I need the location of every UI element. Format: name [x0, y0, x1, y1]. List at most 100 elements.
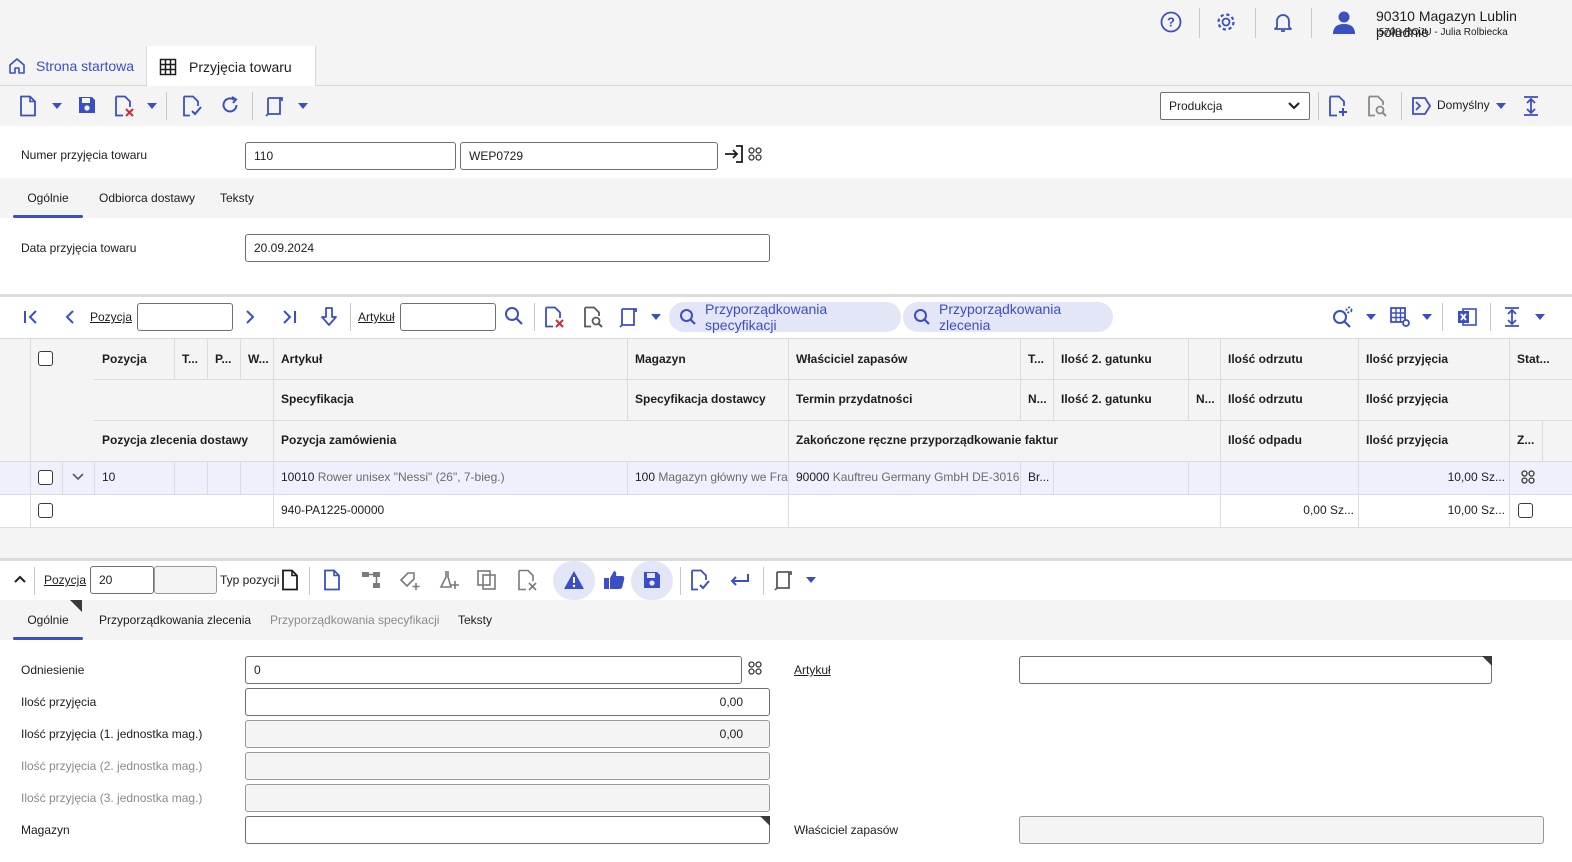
row-warehouse[interactable]: 100 Magazyn główny we Fra... — [627, 461, 788, 493]
row-stock-owner[interactable]: 90000 Kauftreu Germany GmbH DE-30163 ... — [788, 461, 1020, 493]
col-delivery-order-position[interactable]: Pozycja zlecenia dostawy — [94, 420, 248, 460]
tab-home[interactable]: Strona startowa — [0, 46, 146, 86]
col-expiry-date[interactable]: Termin przydatności — [788, 379, 912, 419]
column-settings-icon[interactable] — [1389, 306, 1411, 328]
col-receipt-qty-3[interactable]: Ilość przyjęcia — [1358, 420, 1448, 460]
col-reject-qty[interactable]: Ilość odrzutu — [1220, 339, 1303, 379]
tab-order-assignments[interactable]: Przyporządkowania zlecenia — [99, 600, 251, 640]
warning-button[interactable] — [553, 561, 595, 600]
col-warehouse[interactable]: Magazyn — [627, 339, 686, 379]
print-dropdown-icon[interactable] — [298, 103, 308, 109]
col-supplier-spec[interactable]: Specyfikacja dostawcy — [627, 379, 766, 419]
row-receipt-qty[interactable]: 10,00 Sz... — [1358, 461, 1509, 493]
spec-assignments-button[interactable]: Przyporządkowania specyfikacji — [669, 301, 901, 333]
receipt-date-input[interactable]: 20.09.2024 — [245, 234, 770, 262]
next-record-icon[interactable] — [243, 308, 257, 326]
row-type[interactable]: Br... — [1020, 461, 1053, 493]
col-second-grade-qty-2[interactable]: Ilość 2. gatunku — [1053, 379, 1152, 419]
scroll-down-icon[interactable] — [320, 306, 338, 328]
grid-expand-dropdown-icon[interactable] — [1535, 314, 1545, 320]
col-reject-qty-2[interactable]: Ilość odrzutu — [1220, 379, 1303, 419]
view-select[interactable]: Produkcja — [1160, 92, 1310, 120]
grid-position-input[interactable] — [137, 303, 233, 331]
tab-goods-receipt[interactable]: Przyjęcia towaru — [146, 46, 316, 87]
col-status[interactable]: Stat... — [1509, 339, 1550, 379]
col-purchase-order-position[interactable]: Pozycja zamówienia — [273, 420, 396, 460]
row-receipt-qty-2[interactable]: 10,00 Sz... — [1358, 494, 1509, 526]
new-view-icon[interactable] — [1327, 95, 1349, 117]
delete-document-icon[interactable] — [113, 95, 135, 117]
col-invoice-assignment-done[interactable]: Zakończone ręczne przyporządkowanie fakt… — [788, 420, 1058, 460]
delete-dropdown-icon[interactable] — [147, 103, 157, 109]
row-position[interactable]: 10 — [94, 461, 115, 493]
select-all-checkbox[interactable] — [38, 351, 53, 366]
col-second-grade-qty[interactable]: Ilość 2. gatunku — [1053, 339, 1152, 379]
check-document-icon[interactable] — [689, 569, 711, 591]
col-receipt-qty[interactable]: Ilość przyjęcia — [1358, 339, 1448, 379]
col-n[interactable]: N... — [1020, 379, 1047, 419]
col-n2[interactable]: N... — [1188, 379, 1215, 419]
row-specification[interactable]: 940-PA1225-00000 — [273, 494, 384, 526]
preview-document-icon[interactable] — [582, 306, 604, 328]
login-arrow-icon[interactable] — [723, 144, 745, 164]
number-code-input[interactable]: WEP0729 — [460, 142, 718, 170]
document-icon[interactable] — [280, 569, 300, 591]
chevron-up-icon[interactable] — [13, 573, 27, 585]
col-specification[interactable]: Specyfikacja — [273, 379, 354, 419]
col-t2[interactable]: T... — [1020, 339, 1044, 379]
warehouse-input[interactable] — [245, 816, 770, 844]
bell-icon[interactable] — [1272, 11, 1294, 33]
col-waste-qty[interactable]: Ilość odpadu — [1220, 420, 1302, 460]
grid-expand-icon[interactable] — [1502, 306, 1522, 328]
detail-position-type-input[interactable] — [154, 566, 217, 594]
dots-grid-icon[interactable] — [1521, 470, 1535, 484]
grid-print-icon[interactable] — [618, 306, 640, 328]
row-checkbox[interactable] — [38, 470, 53, 485]
refresh-icon[interactable] — [220, 95, 240, 115]
col-receipt-qty-2[interactable]: Ilość przyjęcia — [1358, 379, 1448, 419]
grid-article-input[interactable] — [400, 303, 496, 331]
previous-record-icon[interactable] — [63, 308, 77, 326]
save-icon[interactable] — [77, 95, 97, 115]
dots-grid-icon[interactable] — [748, 147, 762, 161]
reference-input[interactable]: 0 — [245, 656, 742, 684]
col-w[interactable]: W... — [240, 339, 269, 379]
add-tag-icon[interactable] — [399, 569, 421, 591]
tab-texts[interactable]: Teksty — [220, 178, 254, 218]
save-position-button[interactable] — [631, 561, 673, 600]
expand-icon[interactable] — [1521, 95, 1541, 117]
order-assignments-button[interactable]: Przyporządkowania zlecenia — [903, 301, 1113, 333]
search-icon[interactable] — [504, 306, 524, 326]
row-article[interactable]: 10010 Rower unisex "Nessi" (26", 7-bieg.… — [273, 461, 627, 493]
grid-print-dropdown-icon[interactable] — [651, 314, 661, 320]
detail-print-dropdown-icon[interactable] — [806, 577, 816, 583]
article-input[interactable] — [1019, 656, 1492, 684]
help-icon[interactable]: ? — [1160, 11, 1182, 33]
row-reject-qty[interactable]: 0,00 Sz... — [1220, 494, 1358, 526]
col-z[interactable]: Z... — [1509, 420, 1534, 460]
thumbs-up-icon[interactable] — [602, 569, 626, 591]
excel-export-icon[interactable] — [1456, 306, 1478, 328]
copy-icon[interactable] — [476, 569, 498, 591]
last-record-icon[interactable] — [281, 308, 297, 326]
delete-filter-icon[interactable] — [543, 306, 565, 328]
structure-icon[interactable] — [360, 569, 382, 591]
tab-general[interactable]: Ogólnie — [13, 178, 83, 218]
default-view-icon[interactable] — [1410, 95, 1432, 117]
receipt-qty-input[interactable]: 0,00 — [245, 688, 770, 716]
search-settings-icon[interactable] — [1331, 305, 1355, 329]
new-dropdown-icon[interactable] — [52, 103, 62, 109]
row-checkbox[interactable] — [38, 503, 53, 518]
add-flask-icon[interactable] — [438, 569, 460, 591]
tab-delivery-recipient[interactable]: Odbiorca dostawy — [99, 178, 195, 218]
user-avatar-icon[interactable] — [1330, 8, 1358, 36]
col-t[interactable]: T... — [174, 339, 198, 379]
number-input[interactable]: 110 — [245, 142, 456, 170]
default-dropdown-icon[interactable] — [1496, 103, 1506, 109]
column-settings-dropdown-icon[interactable] — [1422, 314, 1432, 320]
detail-position-input[interactable]: 20 — [90, 566, 154, 594]
new-document-icon[interactable] — [18, 95, 38, 117]
invoice-done-checkbox[interactable] — [1518, 503, 1533, 518]
check-document-icon[interactable] — [181, 95, 203, 117]
new-position-icon[interactable] — [322, 569, 342, 591]
